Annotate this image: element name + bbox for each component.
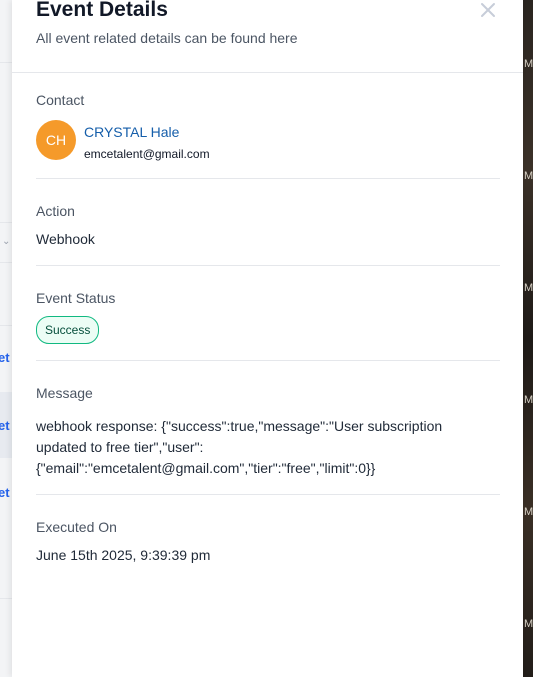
bg-text-fragment: M (524, 58, 533, 70)
avatar: CH (36, 120, 76, 160)
bg-divider (0, 325, 12, 326)
drawer-title: Event Details (36, 0, 168, 21)
event-details-drawer: Event Details All event related details … (12, 0, 523, 677)
bg-link-fragment[interactable]: et (0, 485, 10, 500)
drawer-subtitle: All event related details can be found h… (36, 30, 298, 46)
contact-name-link[interactable]: CRYSTAL Hale (84, 124, 179, 140)
bg-link-fragment[interactable]: et (0, 350, 10, 365)
message-label: Message (36, 385, 93, 401)
bg-text-fragment: M (524, 170, 533, 182)
bg-divider (0, 62, 12, 63)
executed-on-label: Executed On (36, 519, 117, 535)
action-label: Action (36, 203, 75, 219)
bg-divider (0, 598, 12, 599)
drawer-content: Contact CH CRYSTAL Hale emcetalent@gmail… (36, 72, 500, 585)
contact-email: emcetalent@gmail.com (84, 147, 210, 161)
bg-divider (0, 262, 12, 263)
message-value: webhook response: {"success":true,"messa… (36, 418, 443, 476)
action-value: Webhook (36, 231, 95, 247)
bg-link-fragment[interactable]: et (0, 418, 10, 433)
bg-text-fragment: M (524, 394, 533, 406)
bg-text-fragment: M (524, 282, 533, 294)
executed-on-section: Executed On June 15th 2025, 9:39:39 pm (36, 495, 500, 585)
event-status-section: Event Status Success (36, 266, 500, 361)
status-badge: Success (36, 316, 100, 344)
bg-divider (0, 222, 12, 223)
contact-section: Contact CH CRYSTAL Hale emcetalent@gmail… (36, 72, 500, 179)
chevron-down-icon: ⌄ (2, 236, 11, 247)
background-app-left: ⌄ et et et (0, 0, 12, 677)
bg-text-fragment: M (524, 618, 533, 630)
message-section: Message webhook response: {"success":tru… (36, 361, 500, 495)
background-image-strip: M M M M M M (523, 0, 533, 677)
contact-label: Contact (36, 92, 85, 108)
executed-on-value: June 15th 2025, 9:39:39 pm (36, 547, 211, 563)
action-section: Action Webhook (36, 179, 500, 266)
close-button[interactable] (478, 0, 498, 20)
close-icon (481, 3, 495, 17)
event-status-label: Event Status (36, 290, 116, 306)
bg-text-fragment: M (524, 506, 533, 518)
drawer-header: Event Details All event related details … (12, 0, 523, 73)
